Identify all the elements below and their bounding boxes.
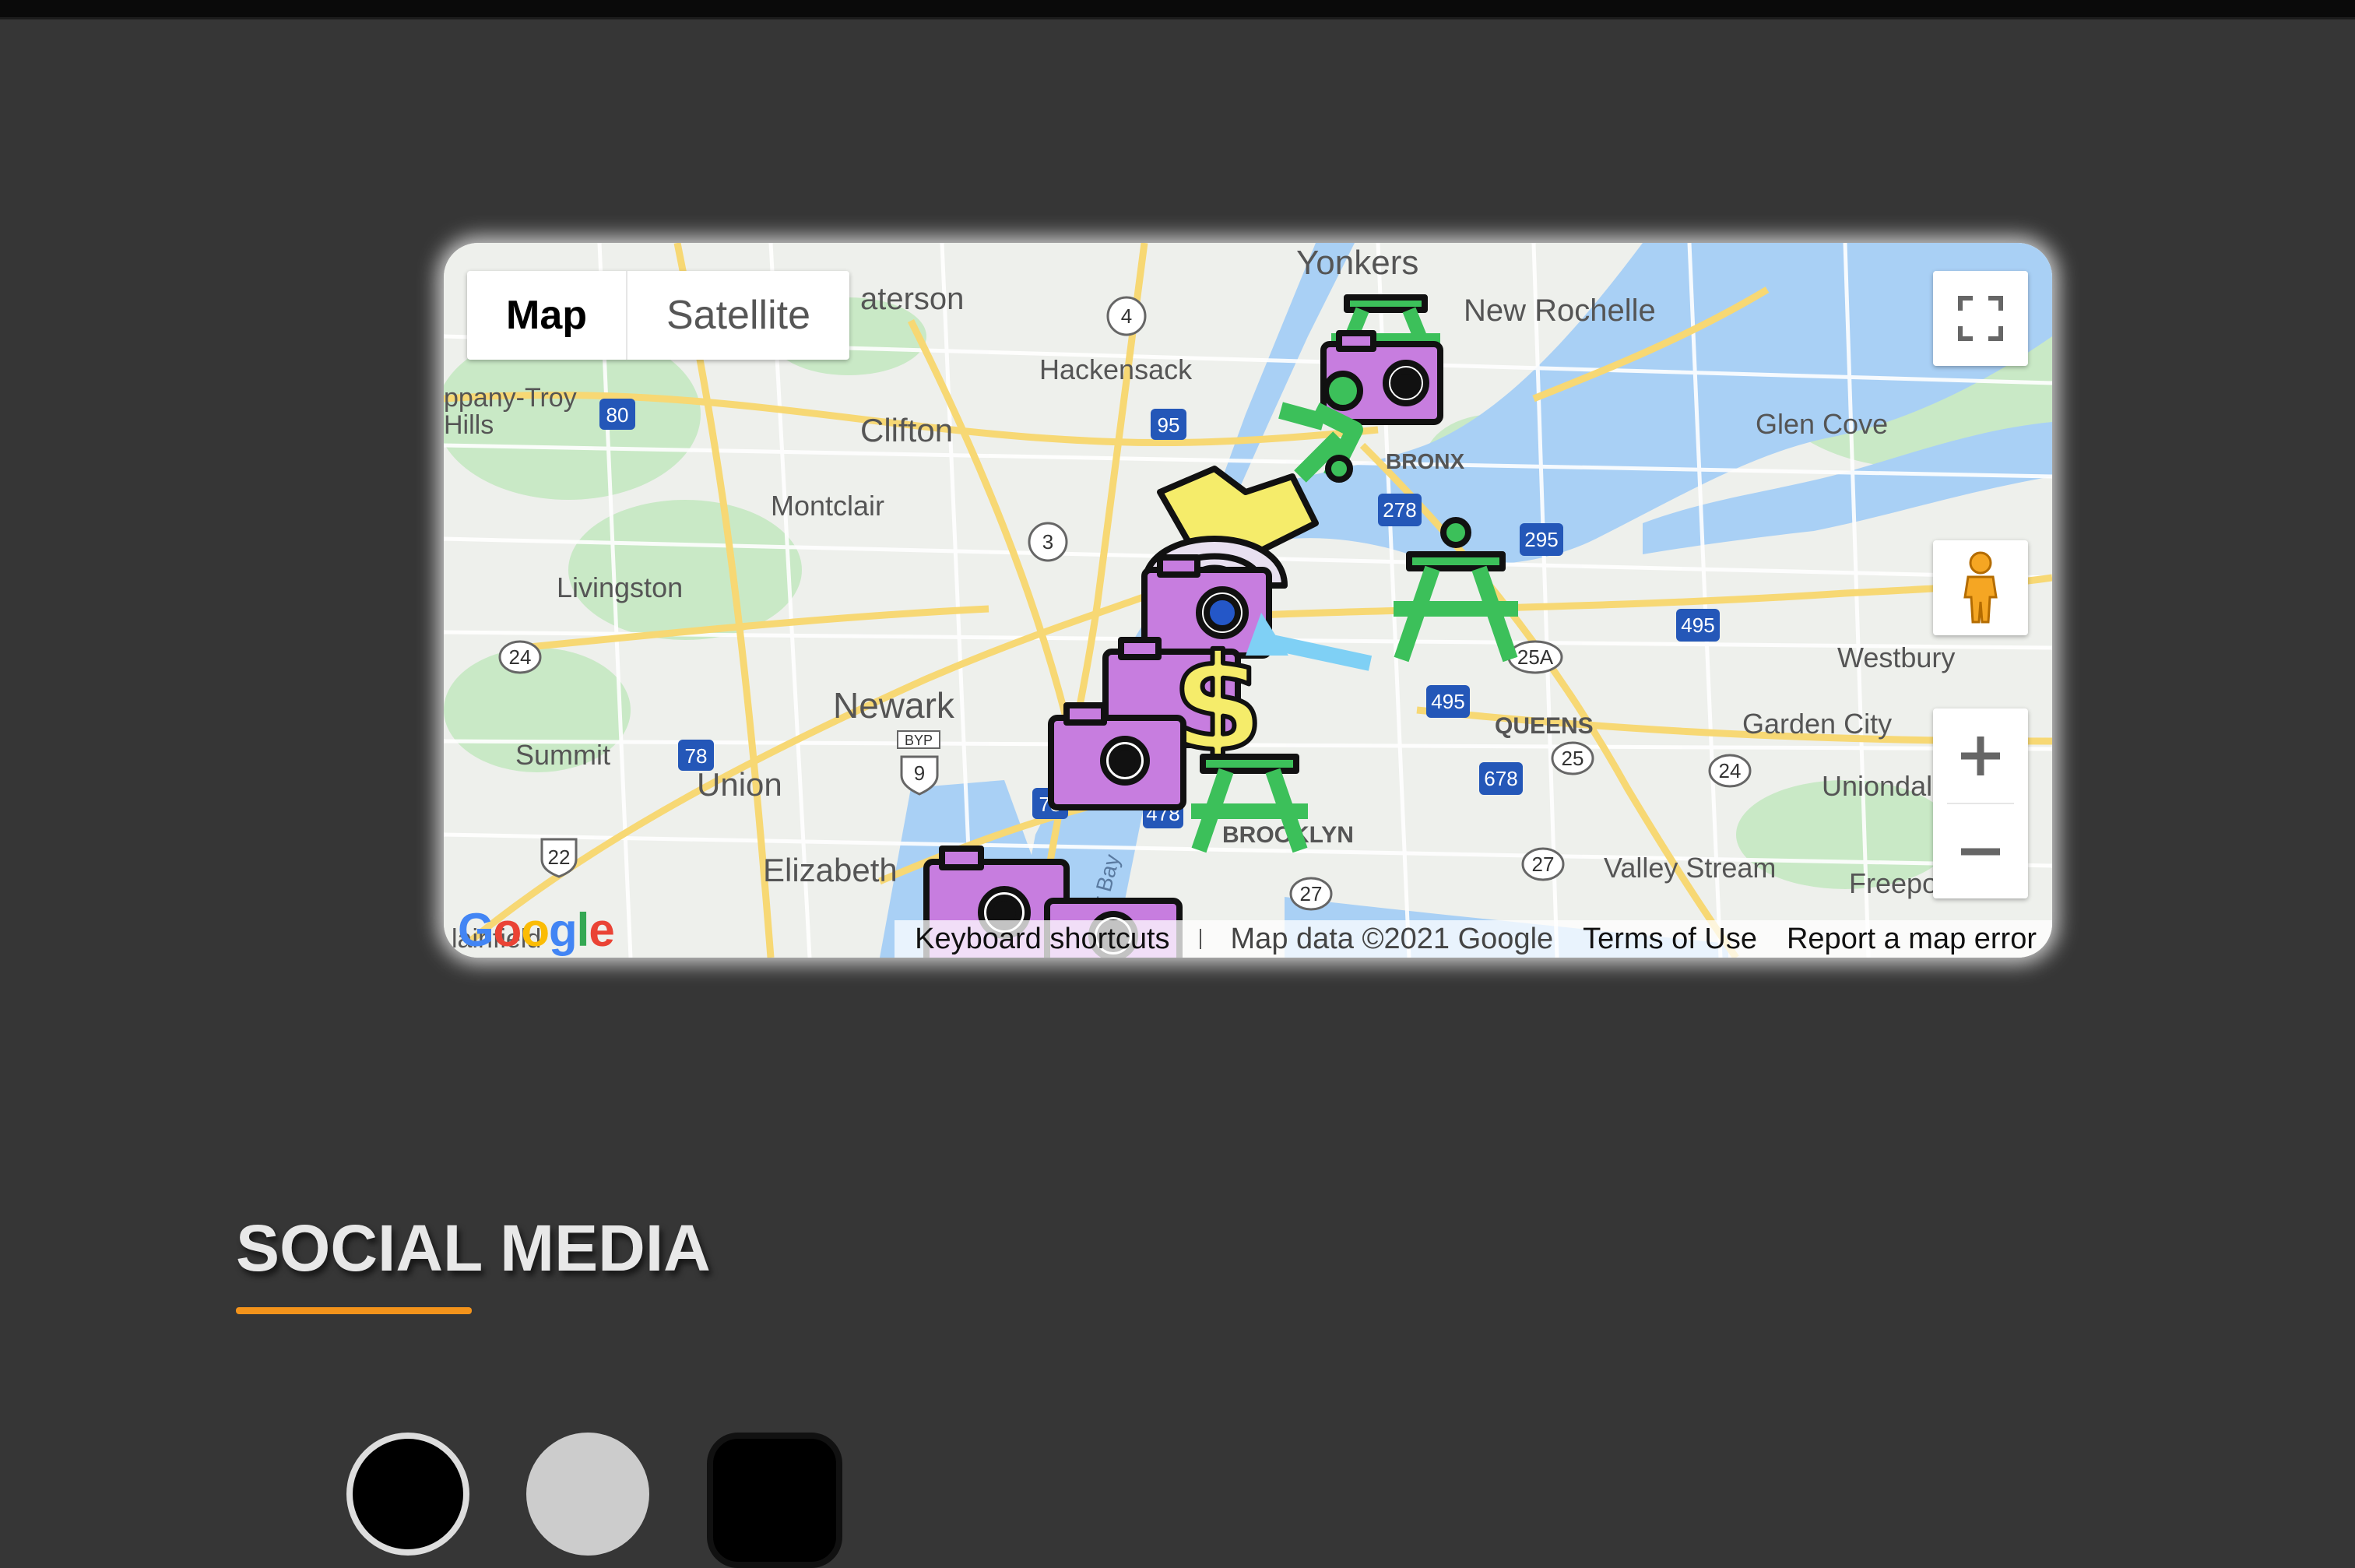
map-type-map-button[interactable]: Map [467, 271, 627, 360]
svg-text:3: 3 [1042, 530, 1053, 554]
route-shield: 22 [540, 838, 578, 878]
svg-text:4: 4 [1121, 304, 1132, 328]
label-elizabeth: Elizabeth [763, 852, 898, 888]
label-hills: Hills [444, 410, 494, 440]
route-shield: 24 [1708, 754, 1752, 788]
route-shield: 95 [1151, 409, 1186, 440]
camera-icon[interactable] [1048, 702, 1186, 810]
map-type-satellite-button[interactable]: Satellite [627, 271, 849, 360]
top-bar [0, 0, 2355, 19]
route-shield: 25 [1551, 741, 1594, 775]
route-shield: 295 [1520, 523, 1563, 556]
route-shield: 678 [1479, 762, 1523, 795]
label-glen-cove: Glen Cove [1756, 408, 1888, 440]
route-shield: BYP [897, 730, 940, 749]
social-icon-2[interactable] [526, 1433, 649, 1556]
label-freeport: Freepo [1849, 867, 1938, 899]
route-shield: 80 [599, 399, 635, 430]
label-hackensack: Hackensack [1039, 353, 1193, 385]
svg-text:295: 295 [1524, 528, 1558, 551]
route-shield: 24 [498, 640, 542, 674]
svg-text:278: 278 [1383, 498, 1416, 522]
terms-of-use-link[interactable]: Terms of Use [1583, 923, 1757, 956]
label-uniondale: Uniondal [1822, 770, 1932, 802]
svg-text:495: 495 [1431, 690, 1464, 713]
svg-text:22: 22 [548, 846, 571, 869]
label-clifton: Clifton [860, 412, 953, 448]
svg-text:24: 24 [1719, 759, 1742, 782]
svg-text:495: 495 [1681, 613, 1714, 637]
svg-text:678: 678 [1484, 767, 1517, 790]
svg-text:27: 27 [1532, 853, 1555, 876]
pegman-icon [1963, 551, 1998, 624]
svg-text:9: 9 [914, 761, 925, 785]
label-livingston: Livingston [557, 571, 683, 603]
zoom-in-button[interactable] [1933, 708, 2028, 803]
report-map-error-link[interactable]: Report a map error [1787, 923, 2037, 956]
label-paterson: aterson [860, 282, 964, 316]
label-yonkers: Yonkers [1296, 244, 1418, 282]
zoom-control [1933, 708, 2028, 898]
minus-icon [1961, 848, 2000, 855]
social-icon-3[interactable] [707, 1433, 842, 1568]
map-container[interactable]: Yonkers New Rochelle aterson Hackensack … [444, 243, 2052, 958]
label-queens: QUEENS [1495, 713, 1594, 739]
label-valley-stream: Valley Stream [1604, 852, 1776, 884]
svg-text:95: 95 [1158, 413, 1180, 437]
social-media-heading: SOCIAL MEDIA [236, 1211, 711, 1285]
fullscreen-icon [1958, 296, 2003, 341]
route-shield: 495 [1676, 609, 1720, 642]
svg-text:78: 78 [685, 744, 708, 768]
route-shield: 78 [678, 740, 714, 771]
social-icon-1[interactable] [346, 1433, 469, 1556]
plus-icon [1961, 736, 2000, 775]
route-shield: 278 [1378, 494, 1422, 526]
top-bar-accent [0, 17, 2355, 19]
svg-text:25: 25 [1562, 747, 1584, 770]
route-shield: 27 [1521, 847, 1565, 881]
label-montclair: Montclair [771, 490, 884, 522]
map-data-text: Map data ©2021 Google [1230, 922, 1554, 955]
svg-text:BYP: BYP [905, 733, 933, 748]
keyboard-shortcuts-link[interactable]: Keyboard shortcuts [915, 923, 1169, 956]
label-summit: Summit [515, 739, 610, 771]
route-shield: 4 [1106, 296, 1147, 336]
street-view-button[interactable] [1933, 540, 2028, 635]
label-bronx: BRONX [1386, 449, 1464, 473]
label-westbury: Westbury [1837, 642, 1955, 673]
route-shield: 495 [1426, 685, 1470, 718]
heading-underline [236, 1307, 472, 1314]
label-parsippany: ppany-Troy [444, 383, 577, 413]
label-union: Union [697, 766, 782, 803]
route-shield: 27 [1289, 877, 1333, 911]
route-shield: 3 [1028, 522, 1068, 562]
svg-text:24: 24 [509, 645, 532, 669]
label-new-rochelle: New Rochelle [1464, 294, 1656, 328]
svg-text:80: 80 [606, 403, 629, 427]
zoom-out-button[interactable] [1933, 804, 2028, 898]
fullscreen-button[interactable] [1933, 271, 2028, 366]
svg-text:27: 27 [1300, 882, 1323, 905]
map-type-control: Map Satellite [467, 271, 849, 360]
label-newark: Newark [833, 685, 955, 726]
map-attribution: Keyboard shortcuts Map data ©2021 Google… [895, 920, 2052, 958]
attribution-divider [1199, 929, 1201, 949]
google-logo: Google [458, 904, 615, 956]
label-garden-city: Garden City [1742, 708, 1892, 740]
svg-text:25A: 25A [1517, 645, 1554, 669]
